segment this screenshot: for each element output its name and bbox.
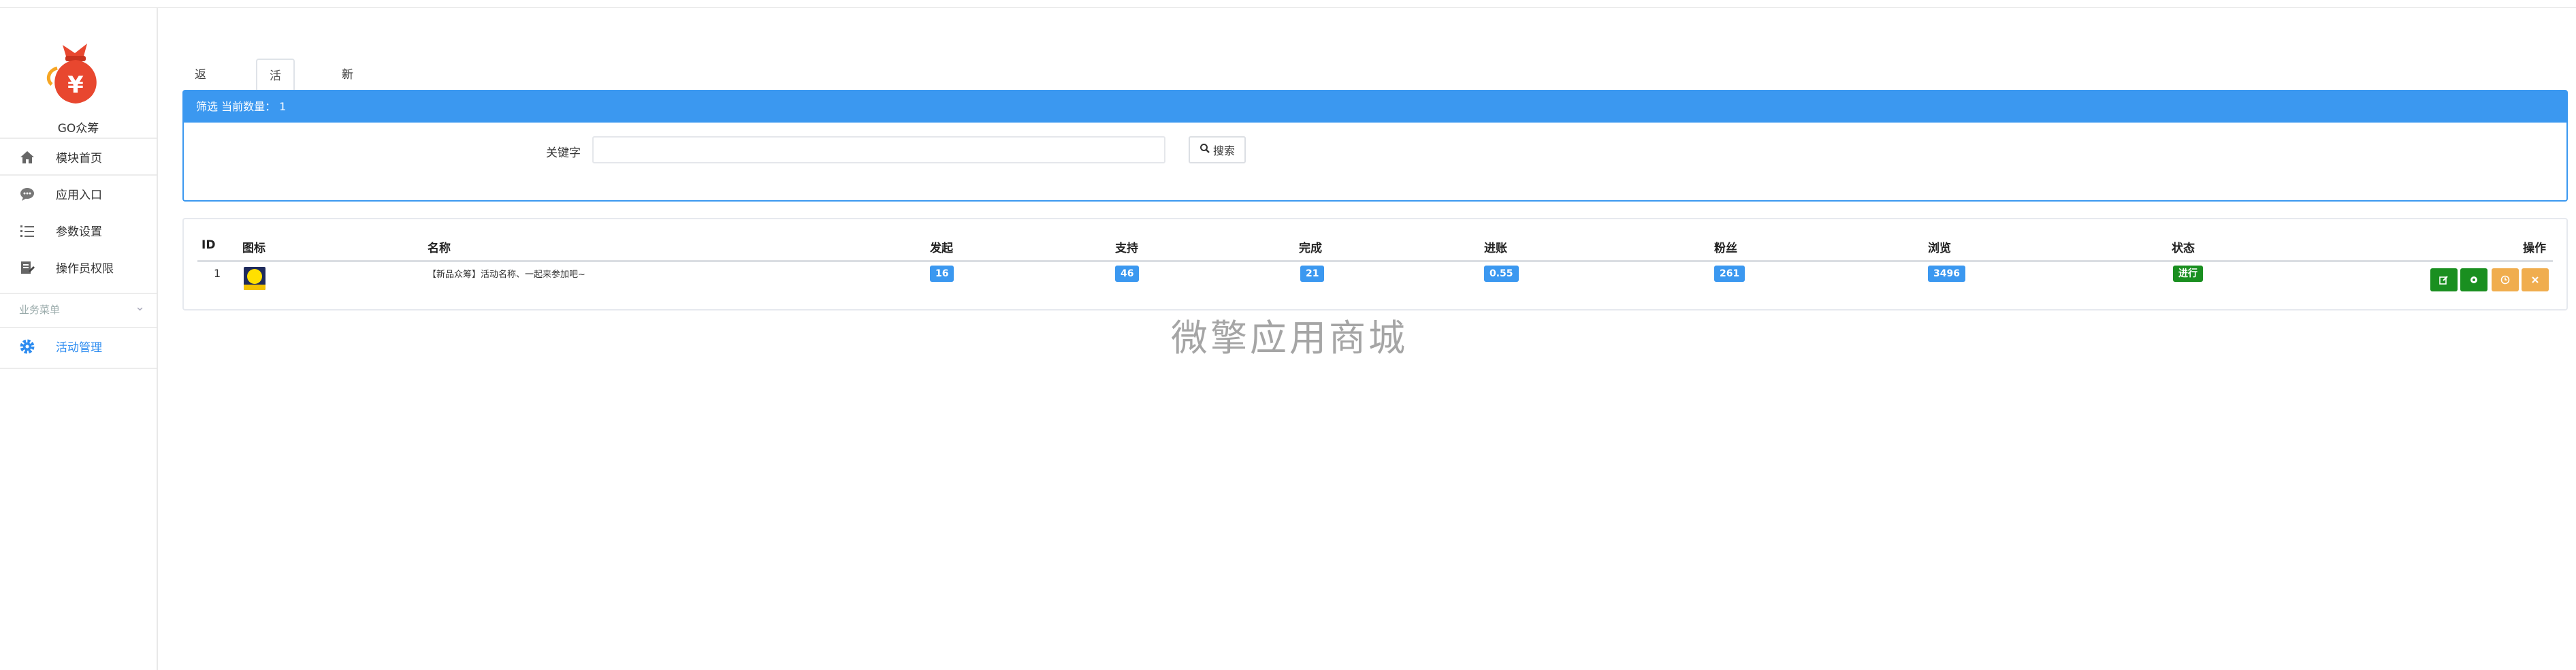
column-header-income: 进账 <box>1484 242 1507 255</box>
status-badge: 进行 <box>2173 266 2203 282</box>
tab-back-to-menu[interactable]: 返回菜单 <box>182 59 219 180</box>
column-header-icon: 图标 <box>242 242 265 255</box>
edit-button[interactable] <box>2430 268 2458 291</box>
edit-document-icon <box>19 259 35 276</box>
fans-badge: 261 <box>1714 266 1745 282</box>
activity-thumbnail <box>244 267 265 290</box>
nav-item-label: 参数设置 <box>56 225 102 239</box>
top-bar <box>0 0 2576 8</box>
tab-activity-list[interactable]: 活动列表 <box>256 59 295 181</box>
sidebar: ¥ GO众筹 模块首页 应用入口 参数设置 操作员权限 业务菜单 ⌄ 活动管理 <box>0 8 158 670</box>
gear-icon <box>2470 276 2477 283</box>
list-icon <box>19 223 35 239</box>
column-header-support: 支持 <box>1115 242 1138 255</box>
completed-badge: 21 <box>1300 266 1325 282</box>
column-header-id: ID <box>202 238 216 252</box>
column-header-completed: 完成 <box>1299 242 1322 255</box>
table-header-divider <box>197 260 2553 262</box>
nav-item-settings[interactable]: 参数设置 <box>0 212 157 248</box>
nav-item-label: 操作员权限 <box>56 262 114 276</box>
stats-button[interactable] <box>2492 268 2519 291</box>
nav-item-activity-management[interactable]: 活动管理 <box>0 328 157 364</box>
tab-add-activity[interactable]: 新增活动 <box>329 59 366 180</box>
money-bag-logo-icon: ¥ <box>42 35 109 108</box>
row-name: 【新品众筹】活动名称、一起来参加吧~ <box>428 270 585 280</box>
delete-button[interactable] <box>2522 268 2549 291</box>
nav-item-operator-permissions[interactable]: 操作员权限 <box>0 249 157 285</box>
activity-table: ID 图标 名称 发起 支持 完成 进账 粉丝 浏览 状态 操作 1 【新品众筹… <box>182 218 2568 310</box>
section-title: 业务菜单 <box>19 304 61 316</box>
nav-item-app-entry[interactable]: 应用入口 <box>0 176 157 211</box>
column-header-name: 名称 <box>428 242 451 255</box>
income-badge: 0.55 <box>1484 266 1519 282</box>
filter-panel: 筛选 当前数量： 1 关键字 搜索 <box>182 90 2568 202</box>
column-header-actions: 操作 <box>2523 242 2546 255</box>
support-badge: 46 <box>1115 266 1140 282</box>
edit-icon <box>2439 276 2448 285</box>
search-button[interactable]: 搜索 <box>1189 136 1246 163</box>
gear-icon <box>19 338 35 355</box>
column-header-initiated: 发起 <box>930 242 953 255</box>
keyword-input[interactable] <box>592 136 1165 163</box>
watermark: 微擎应用商城 <box>1171 317 1408 360</box>
settings-button[interactable] <box>2460 268 2488 291</box>
keyword-label: 关键字 <box>546 146 581 160</box>
svg-text:¥: ¥ <box>67 71 84 99</box>
nav-item-label: 应用入口 <box>56 189 102 202</box>
nav-item-module-home[interactable]: 模块首页 <box>0 139 157 174</box>
chat-bubble-icon <box>19 186 35 202</box>
filter-header: 筛选 当前数量： 1 <box>184 91 2566 123</box>
close-icon <box>2532 276 2539 283</box>
chevron-down-icon[interactable]: ⌄ <box>135 300 145 314</box>
nav-item-label: 模块首页 <box>56 152 102 165</box>
clock-icon <box>2500 275 2510 285</box>
initiated-badge: 16 <box>930 266 954 282</box>
app-name: GO众筹 <box>57 122 99 135</box>
column-header-fans: 粉丝 <box>1714 242 1737 255</box>
column-header-views: 浏览 <box>1928 242 1951 255</box>
divider <box>0 368 157 369</box>
column-header-status: 状态 <box>2172 242 2195 255</box>
nav-item-label: 活动管理 <box>56 341 102 355</box>
home-icon <box>19 149 35 165</box>
search-icon <box>1200 143 1210 157</box>
divider <box>0 293 157 294</box>
row-id: 1 <box>214 267 221 280</box>
views-badge: 3496 <box>1928 266 1965 282</box>
search-button-label: 搜索 <box>1212 144 1235 157</box>
